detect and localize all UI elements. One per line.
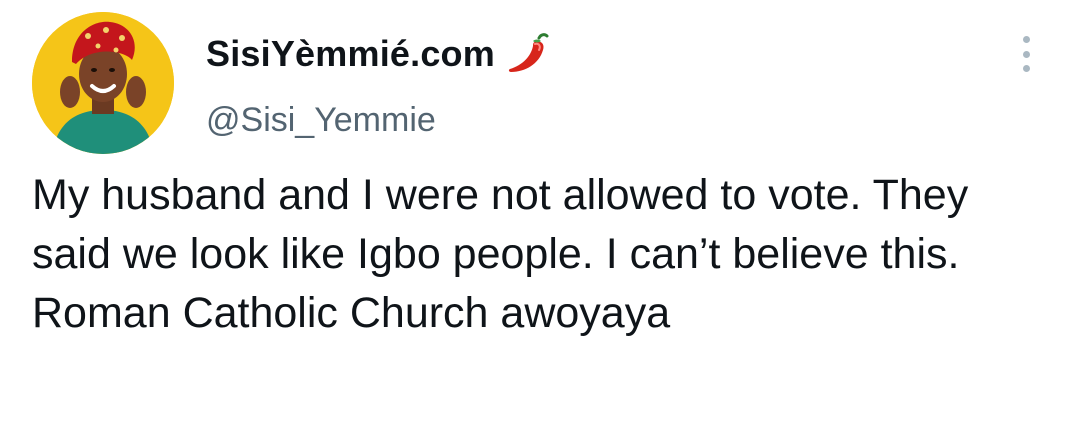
chili-pepper-icon (505, 30, 553, 78)
avatar-image (32, 12, 174, 154)
tweet-card: SisiYèmmié.com @Sisi_Yemmie My husband a… (0, 0, 1080, 438)
dot (1022, 36, 1030, 43)
tweet-text: My husband and I were not allowed to vot… (32, 171, 981, 337)
dot (1022, 65, 1030, 72)
avatar[interactable] (32, 12, 174, 154)
user-handle[interactable]: @Sisi_Yemmie (206, 101, 436, 140)
display-name[interactable]: SisiYèmmié.com (206, 33, 495, 75)
name-row: SisiYèmmié.com (206, 30, 553, 78)
dot (1022, 50, 1030, 58)
more-options-icon[interactable] (1014, 36, 1038, 72)
